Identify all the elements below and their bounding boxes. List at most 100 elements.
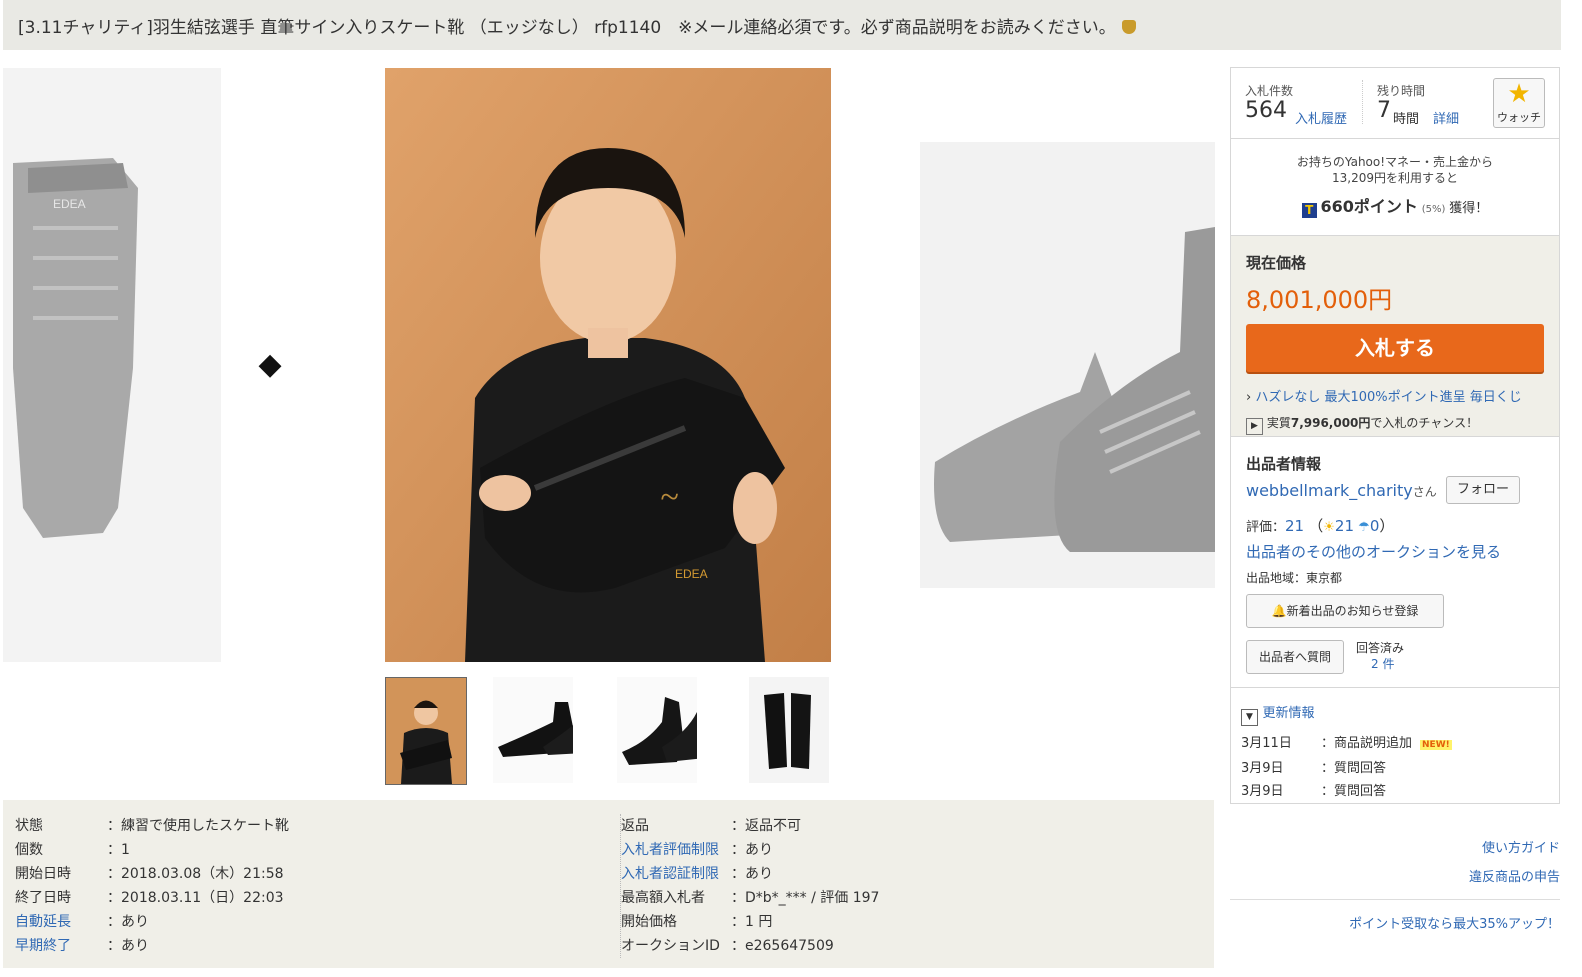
- chevron-left-icon: ◆: [258, 347, 282, 382]
- play-icon[interactable]: ▶: [1246, 418, 1263, 435]
- follow-button[interactable]: フォロー: [1446, 476, 1520, 504]
- thumbnail-4[interactable]: [749, 677, 829, 783]
- bad-rating-link[interactable]: 0: [1370, 517, 1380, 535]
- seller-name-suffix: さん: [1412, 485, 1437, 499]
- watch-button[interactable]: ★ ウォッチ: [1493, 78, 1545, 128]
- spec-value: ：2018.03.11（日）22:03: [107, 890, 284, 906]
- points-promo-link[interactable]: ポイント受取なら最大35%アップ！: [1349, 913, 1560, 932]
- update-row: 3月11日 ：商品説明追加 NEW!: [1241, 732, 1452, 757]
- new-listing-notify-button[interactable]: 🔔新着出品のお知らせ登録: [1246, 594, 1444, 628]
- spec-row: 早期終了 ：あり: [15, 934, 605, 958]
- auction-title-text: [3.11チャリティ]羽生結弦選手 直筆サイン入りスケート靴 （エッジなし） r…: [18, 18, 1116, 38]
- chevron-down-icon: ▼: [1241, 709, 1258, 726]
- seller-heading: 出品者情報: [1246, 455, 1322, 473]
- points-info: お持ちのYahoo!マネー・売上金から 13,209円を利用すると T 660ポ…: [1231, 139, 1559, 236]
- good-rating-link[interactable]: 21: [1335, 517, 1354, 535]
- spec-value: ：あり: [731, 842, 773, 858]
- guide-link[interactable]: 使い方ガイド: [1482, 837, 1560, 856]
- spec-row: 終了日時 ：2018.03.11（日）22:03: [15, 886, 605, 910]
- svg-text:EDEA: EDEA: [53, 197, 86, 211]
- time-detail-link[interactable]: 詳細: [1433, 108, 1459, 127]
- next-image-preview[interactable]: [920, 142, 1215, 588]
- answered-count-link[interactable]: 2 件: [1371, 655, 1394, 672]
- spec-row: 返品 ：返品不可: [621, 814, 1211, 838]
- report-link[interactable]: 違反商品の申告: [1469, 866, 1560, 885]
- spec-value: ：あり: [107, 914, 149, 930]
- spec-row: 入札者認証制限 ：あり: [621, 862, 1211, 886]
- spec-row: 最高額入札者 ：D*b*_*** / 評価 197: [621, 886, 1211, 910]
- main-product-image[interactable]: ~ EDEA: [385, 68, 831, 662]
- bid-history-link[interactable]: 入札履歴: [1295, 108, 1347, 127]
- spec-row: オークションID ：e265647509: [621, 934, 1211, 958]
- place-bid-button[interactable]: 入札する: [1246, 324, 1544, 372]
- update-row: 3月9日 ：質問回答: [1241, 757, 1452, 780]
- seller-info: 出品者情報 webbellmark_charityさん フォロー 評価：21 （…: [1231, 436, 1559, 674]
- umbrella-icon: ☂: [1358, 520, 1370, 535]
- seller-region: 出品地域：東京都: [1246, 571, 1343, 585]
- spec-key: 開始日時: [15, 866, 71, 882]
- title-bar: [3.11チャリティ]羽生結弦選手 直筆サイン入りスケート靴 （エッジなし） r…: [3, 0, 1561, 50]
- update-text: ：商品説明追加: [1321, 736, 1413, 751]
- bid-stats: 入札件数 564 入札履歴 残り時間 7 時間 詳細 ★ ウォッチ: [1231, 68, 1559, 139]
- price-panel: 現在価格 8,001,000円 入札する › ハズレなし 最大100%ポイント進…: [1231, 236, 1559, 436]
- thumbnail-strip: [385, 677, 831, 787]
- spec-key: 開始価格: [621, 914, 677, 930]
- spec-key[interactable]: 早期終了: [15, 934, 107, 958]
- thumbnail-1[interactable]: [385, 677, 467, 785]
- points-line-1: お持ちのYahoo!マネー・売上金から: [1296, 155, 1494, 169]
- seller-name-row: webbellmark_charityさん: [1246, 481, 1437, 500]
- spec-row: 開始価格 ：1 円: [621, 910, 1211, 934]
- seller-rating: 評価：21 （☀21 ☂0）: [1246, 517, 1395, 535]
- spec-key[interactable]: 入札者認証制限: [621, 862, 731, 886]
- promo-link-text: ハズレなし 最大100%ポイント進呈 毎日くじ: [1255, 390, 1522, 405]
- specs-right-column: 返品 ：返品不可 入札者評価制限 ：あり 入札者認証制限 ：あり 最高額入札者 ：D*b*_*…: [620, 814, 1211, 958]
- rating-label: 評価：: [1246, 520, 1286, 535]
- other-auctions-link[interactable]: 出品者のその他のオークションを見る: [1246, 541, 1501, 562]
- update-heading: 更新情報: [1262, 706, 1315, 721]
- bid-panel: 入札件数 564 入札履歴 残り時間 7 時間 詳細 ★ ウォッチ お持ちのYa…: [1230, 67, 1560, 804]
- spec-row: 入札者評価制限 ：あり: [621, 838, 1211, 862]
- spec-key[interactable]: 入札者評価制限: [621, 838, 731, 862]
- notify-label: 新着出品のお知らせ登録: [1286, 604, 1419, 618]
- prev-image-button[interactable]: ◆: [256, 345, 284, 385]
- spec-value: ：e265647509: [731, 938, 834, 954]
- divider: [1230, 899, 1560, 900]
- thumbnail-3[interactable]: [617, 677, 697, 783]
- chance-amount: 7,996,000円: [1290, 416, 1371, 430]
- spec-value: ：返品不可: [731, 818, 801, 834]
- ask-seller-button[interactable]: 出品者へ質問: [1246, 640, 1344, 674]
- chance-suffix: で入札のチャンス！: [1370, 416, 1479, 430]
- remaining-time-label: 残り時間: [1377, 84, 1426, 98]
- update-date: 3月9日: [1241, 761, 1284, 776]
- thumbnail-2[interactable]: [493, 677, 573, 783]
- update-text: ：質問回答: [1321, 761, 1387, 776]
- bag-icon: [1121, 20, 1136, 34]
- bid-count: 564: [1245, 98, 1287, 123]
- spec-key[interactable]: 自動延長: [15, 910, 107, 934]
- bid-sidebar: 入札件数 564 入札履歴 残り時間 7 時間 詳細 ★ ウォッチ お持ちのYa…: [1230, 67, 1560, 932]
- promo-link[interactable]: › ハズレなし 最大100%ポイント進呈 毎日くじ: [1246, 386, 1522, 405]
- current-price: 8,001,000円: [1246, 286, 1393, 314]
- points-line-2: 13,209円を利用すると: [1332, 171, 1458, 185]
- remaining-time-unit: 時間: [1393, 112, 1420, 127]
- update-toggle[interactable]: ▼ 更新情報: [1241, 702, 1314, 726]
- update-date: 3月11日: [1241, 736, 1292, 751]
- update-row: 3月9日 ：質問回答: [1241, 780, 1452, 803]
- bell-icon: 🔔: [1271, 604, 1287, 618]
- specs-left-column: 状態 ：練習で使用したスケート靴 個数 ：1 開始日時 ：2018.03.08（木）21:…: [15, 814, 605, 958]
- spec-row: 自動延長 ：あり: [15, 910, 605, 934]
- sun-icon: ☀: [1323, 520, 1335, 535]
- previous-image-preview[interactable]: EDEA: [3, 68, 221, 662]
- svg-text:~: ~: [660, 479, 678, 516]
- tpoint-icon: T: [1301, 203, 1317, 218]
- spec-row: 個数 ：1: [15, 838, 605, 862]
- chance-prefix: 実質: [1266, 416, 1291, 430]
- spec-key: 最高額入札者: [621, 890, 705, 906]
- spec-value: ：あり: [107, 938, 149, 954]
- points-rate: (5%): [1421, 204, 1446, 215]
- bid-count-label: 入札件数: [1245, 84, 1294, 98]
- remaining-time-value: 7: [1377, 98, 1391, 123]
- spec-row: 開始日時 ：2018.03.08（木）21:58: [15, 862, 605, 886]
- rating-value-link[interactable]: 21: [1285, 517, 1304, 535]
- seller-name-link[interactable]: webbellmark_charity: [1246, 481, 1413, 500]
